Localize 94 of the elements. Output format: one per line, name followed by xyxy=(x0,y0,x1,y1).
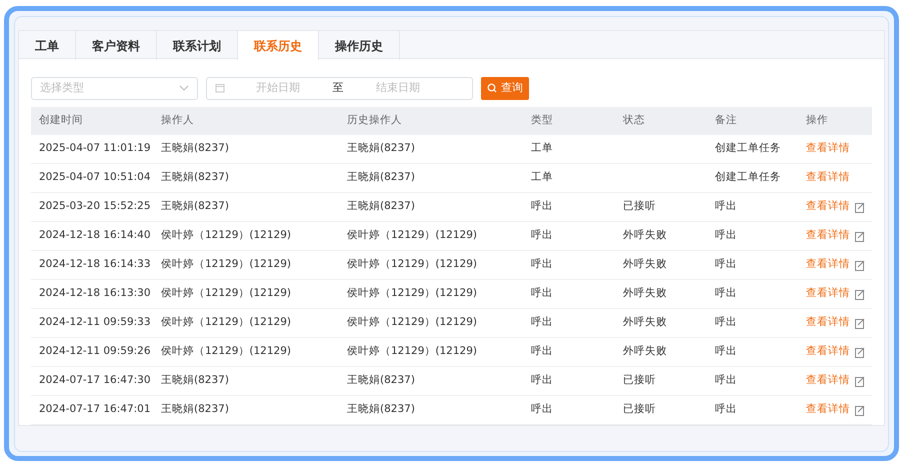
view-details-link[interactable]: 查看详情 xyxy=(806,373,850,389)
table-cell-text: 侯叶婷（12129）(12129) xyxy=(161,228,291,244)
table-cell-text: 呼出 xyxy=(715,344,737,360)
table-cell-text: 已接听 xyxy=(623,402,656,418)
edit-icon[interactable] xyxy=(855,346,865,358)
table-cell-text: 外呼失败 xyxy=(623,315,667,330)
table-cell-text: 呼出 xyxy=(531,228,553,244)
table-cell-text: 外呼失败 xyxy=(623,286,667,302)
table-cell-text: 王晓娟(8237) xyxy=(161,199,229,214)
table-cell-text: 呼出 xyxy=(531,373,553,388)
table-cell-text: 呼出 xyxy=(531,286,553,302)
table-cell-text: 2024-07-17 16:47:01 xyxy=(39,402,151,418)
table-cell-text: 呼出 xyxy=(531,402,553,418)
edit-icon[interactable] xyxy=(855,404,865,416)
view-details-link[interactable]: 查看详情 xyxy=(806,286,850,302)
edit-icon[interactable] xyxy=(855,230,865,242)
table-cell-text: 王晓娟(8237) xyxy=(347,199,415,214)
chevron-down-icon xyxy=(179,85,189,91)
table-cell-text: 已接听 xyxy=(623,199,656,214)
table-cell-text: 王晓娟(8237) xyxy=(347,402,415,418)
table-cell-text: 工单 xyxy=(531,141,553,156)
table-cell-text: 呼出 xyxy=(531,257,553,272)
table-cell-text: 王晓娟(8237) xyxy=(161,141,229,156)
date-range-field[interactable]: 开始日期 至 结束日期 xyxy=(206,76,473,100)
table-cell-text: 王晓娟(8237) xyxy=(347,170,415,186)
view-details-link[interactable]: 查看详情 xyxy=(806,402,850,418)
column-header: 操作人 xyxy=(161,113,194,128)
table-cell-text: 2024-12-18 16:13:30 xyxy=(39,286,151,302)
type-select[interactable]: 选择类型 xyxy=(31,76,198,100)
table-cell-text: 呼出 xyxy=(715,257,737,272)
table-cell-text: 2024-12-11 09:59:26 xyxy=(39,344,151,360)
table-cell-text: 2024-12-18 16:14:33 xyxy=(39,257,151,272)
view-details-link[interactable]: 查看详情 xyxy=(806,315,850,331)
calendar-icon xyxy=(215,83,225,93)
column-header: 历史操作人 xyxy=(347,113,402,128)
column-header: 创建时间 xyxy=(39,113,83,128)
column-header: 备注 xyxy=(715,113,737,128)
table-cell-text: 王晓娟(8237) xyxy=(347,373,415,388)
table-cell-text: 侯叶婷（12129）(12129) xyxy=(161,257,291,272)
table-cell-text: 王晓娟(8237) xyxy=(161,170,229,186)
table-cell-text: 侯叶婷（12129）(12129) xyxy=(161,286,291,302)
column-header: 状态 xyxy=(623,113,645,128)
table-cell-text: 呼出 xyxy=(715,373,737,388)
tab[interactable]: 客户资料 xyxy=(76,31,157,60)
column-header: 操作 xyxy=(806,113,828,128)
view-details-link[interactable]: 查看详情 xyxy=(806,199,850,215)
table-cell-text: 创建工单任务 xyxy=(715,141,781,156)
table-cell-text: 外呼失败 xyxy=(623,344,667,360)
table-cell-text: 外呼失败 xyxy=(623,257,667,272)
table-cell-text: 呼出 xyxy=(715,228,737,244)
table-cell-text: 2025-04-07 10:51:04 xyxy=(39,170,151,186)
table-cell-text: 王晓娟(8237) xyxy=(161,402,229,418)
edit-icon[interactable] xyxy=(855,376,865,386)
column-header: 类型 xyxy=(531,113,553,128)
tab[interactable]: 操作历史 xyxy=(319,31,400,60)
view-details-link[interactable]: 查看详情 xyxy=(806,141,850,157)
table-cell-text: 侯叶婷（12129）(12129) xyxy=(161,344,291,360)
table-cell-text: 2024-07-17 16:47:30 xyxy=(39,373,151,388)
view-details-link[interactable]: 查看详情 xyxy=(806,170,850,186)
view-details-link[interactable]: 查看详情 xyxy=(806,257,850,273)
search-icon xyxy=(487,83,497,93)
range-separator: 至 xyxy=(332,80,344,96)
table-cell-text: 外呼失败 xyxy=(623,228,667,244)
table-cell-text: 侯叶婷（12129）(12129) xyxy=(347,228,477,244)
table-cell-text: 呼出 xyxy=(531,199,553,214)
table-cell-text: 侯叶婷（12129）(12129) xyxy=(347,257,477,272)
table-cell-text: 呼出 xyxy=(715,315,737,330)
table-cell-text: 呼出 xyxy=(715,402,737,418)
table-cell-text: 2024-12-11 09:59:33 xyxy=(39,315,151,330)
edit-icon[interactable] xyxy=(855,288,865,300)
edit-icon[interactable] xyxy=(855,318,865,328)
view-details-link[interactable]: 查看详情 xyxy=(806,344,850,360)
table-cell-text: 呼出 xyxy=(715,286,737,302)
table-cell-text: 已接听 xyxy=(623,373,656,388)
edit-icon[interactable] xyxy=(855,260,865,270)
table-cell-text: 呼出 xyxy=(531,344,553,360)
table-cell-text: 2025-04-07 11:01:19 xyxy=(39,141,151,156)
table-cell-text: 侯叶婷（12129）(12129) xyxy=(347,286,477,302)
edit-icon[interactable] xyxy=(855,202,865,212)
table-cell-text: 呼出 xyxy=(531,315,553,330)
table-cell-text: 呼出 xyxy=(715,199,737,214)
table-cell-text: 侯叶婷（12129）(12129) xyxy=(161,315,291,330)
table-cell-text: 创建工单任务 xyxy=(715,170,781,186)
table-cell-text: 侯叶婷（12129）(12129) xyxy=(347,315,477,330)
table-cell-text: 2024-12-18 16:14:40 xyxy=(39,228,151,244)
table-cell-text: 2025-03-20 15:52:25 xyxy=(39,199,151,214)
tab[interactable]: 联系历史 xyxy=(238,31,319,60)
table-cell-text: 王晓娟(8237) xyxy=(347,141,415,156)
tab[interactable]: 工单 xyxy=(19,31,76,60)
query-button[interactable]: 查询 xyxy=(481,76,529,100)
view-details-link[interactable]: 查看详情 xyxy=(806,228,850,244)
table-cell-text: 侯叶婷（12129）(12129) xyxy=(347,344,477,360)
table-cell-text: 工单 xyxy=(531,170,553,186)
table-cell-text: 王晓娟(8237) xyxy=(161,373,229,388)
